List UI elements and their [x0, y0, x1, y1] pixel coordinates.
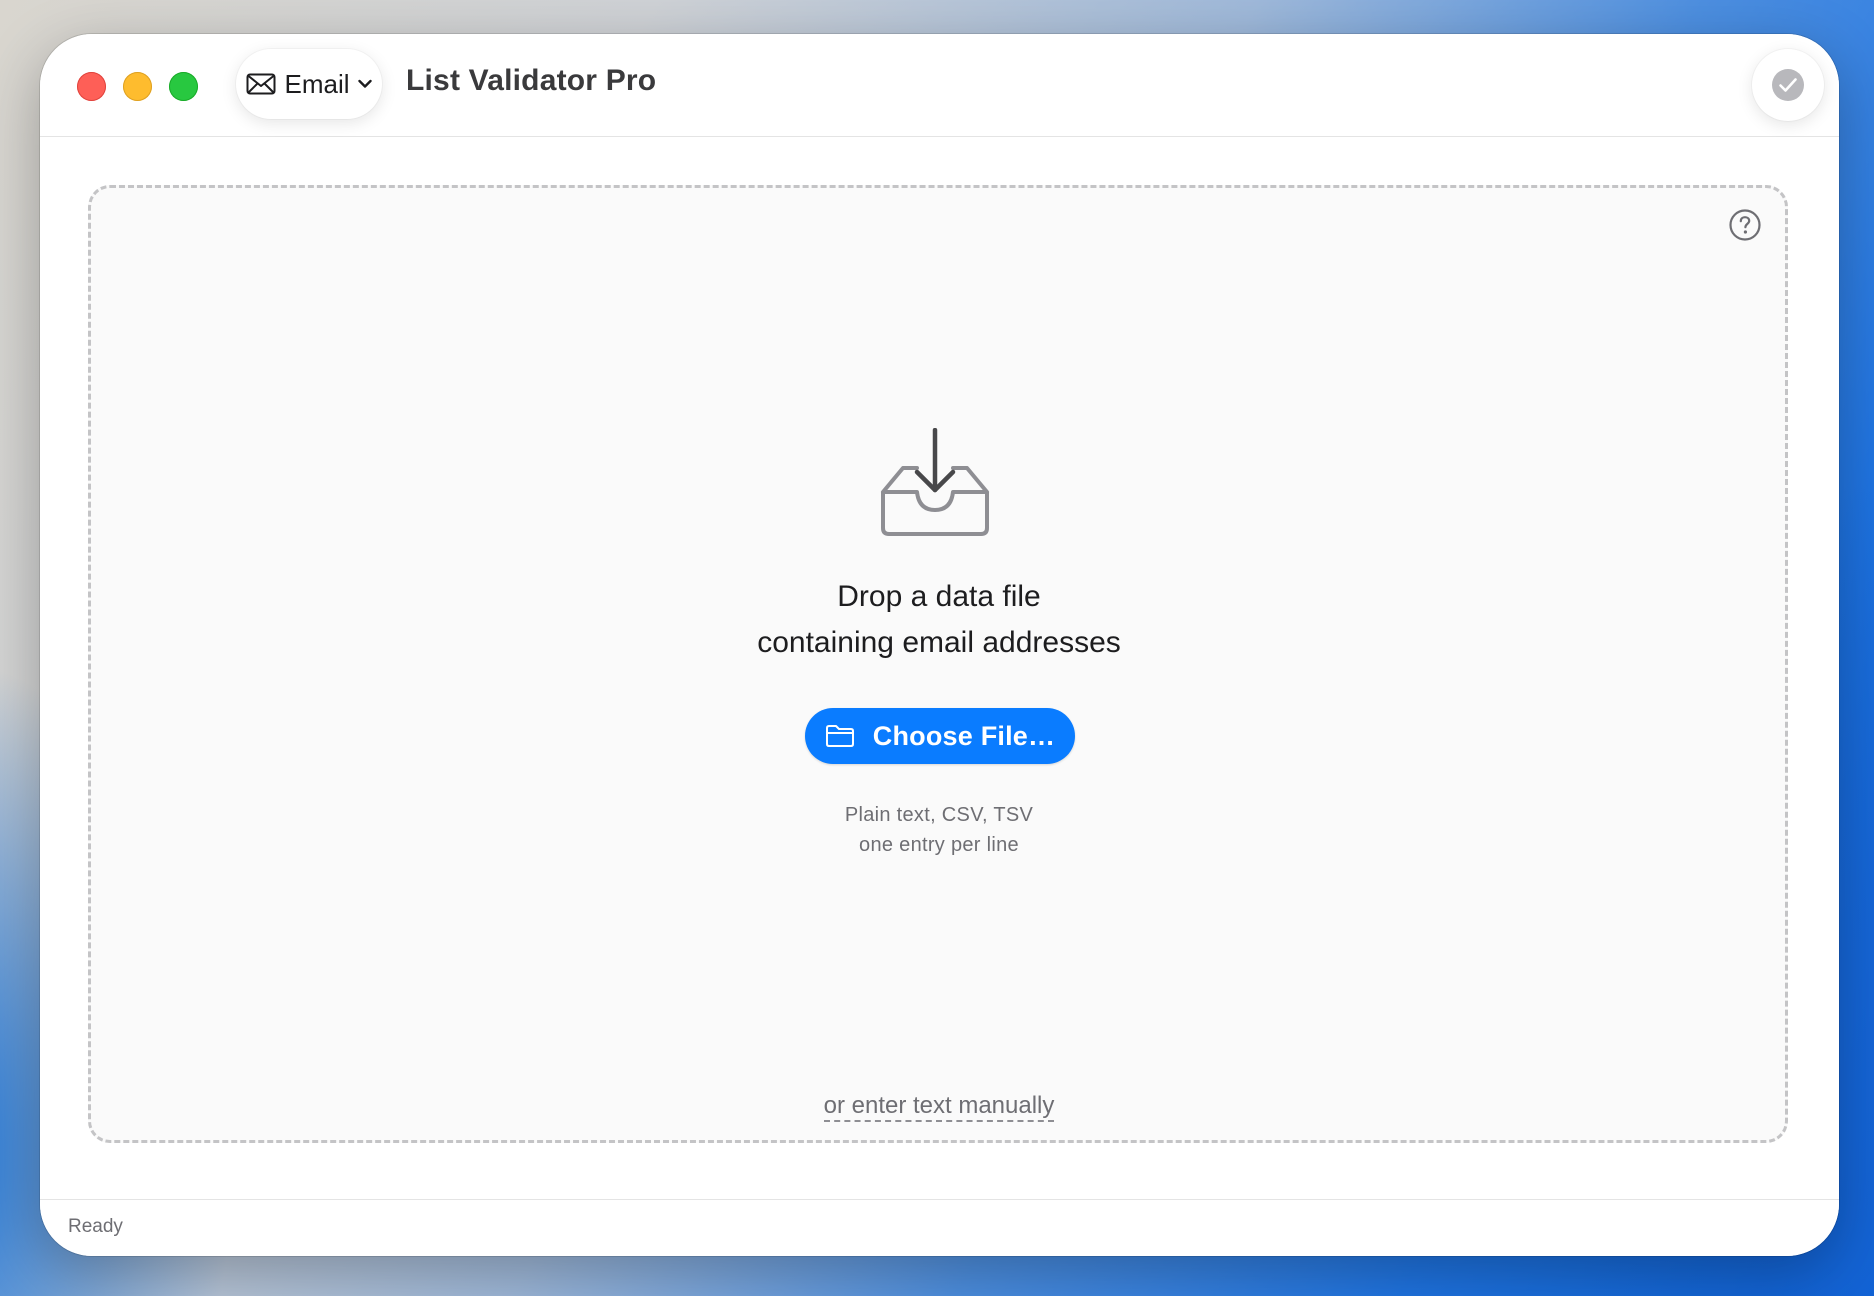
maximize-window-button[interactable]: [169, 72, 198, 101]
drop-heading-line1: Drop a data file: [837, 580, 1041, 613]
supported-formats-note: Plain text, CSV, TSV one entry per line: [689, 800, 1189, 860]
envelope-icon: [246, 73, 276, 95]
minimize-window-button[interactable]: [123, 72, 152, 101]
enter-text-manually-label: or enter text manually: [823, 1092, 1055, 1122]
folder-icon: [825, 725, 854, 747]
close-window-button[interactable]: [77, 72, 106, 101]
checkmark-circle-icon: [1772, 69, 1804, 101]
drop-heading-line2: containing email addresses: [757, 626, 1121, 659]
status-bar: Ready: [40, 1199, 1839, 1256]
tray-download-icon: [881, 428, 989, 536]
enter-text-manually-link[interactable]: or enter text manually: [689, 1092, 1189, 1122]
drop-instructions: Drop a data file containing email addres…: [589, 574, 1289, 666]
question-mark-circle-icon[interactable]: [1728, 208, 1762, 242]
status-text: Ready: [68, 1216, 123, 1237]
validation-mode-menu[interactable]: Email: [236, 49, 382, 119]
formats-line1: Plain text, CSV, TSV: [844, 804, 1034, 826]
window-title: List Validator Pro: [406, 64, 657, 97]
app-window: Email List Validator Pro Drop a data fil…: [40, 34, 1839, 1256]
validation-mode-label: Email: [284, 68, 350, 99]
title-bar: Email List Validator Pro: [40, 34, 1839, 137]
choose-file-label: Choose File…: [872, 720, 1056, 751]
choose-file-button[interactable]: Choose File…: [805, 708, 1075, 764]
formats-line2: one entry per line: [859, 834, 1019, 856]
chevron-down-icon: [357, 79, 372, 88]
validation-status-button[interactable]: [1752, 49, 1824, 121]
